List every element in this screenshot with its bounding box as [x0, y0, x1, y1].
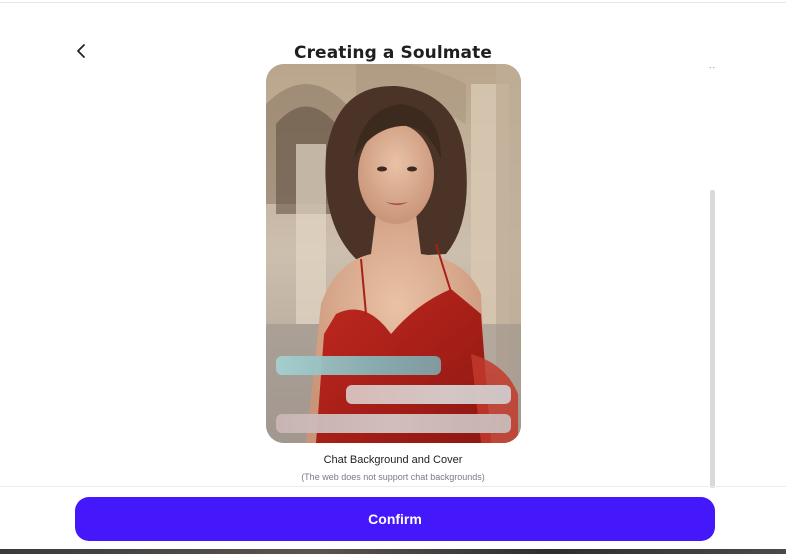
blurred-label-2 [346, 385, 511, 404]
blurred-label-3 [276, 414, 511, 433]
overflow-indicator: .. [709, 60, 717, 70]
confirm-button[interactable]: Confirm [75, 497, 715, 541]
scrollbar[interactable] [710, 190, 715, 488]
page: Creating a Soulmate .. Chat Background a… [0, 0, 786, 554]
card-caption: Chat Background and Cover [323, 454, 463, 466]
cover-image-card[interactable] [266, 64, 521, 443]
page-title: Creating a Soulmate [294, 43, 492, 63]
footer-divider [0, 486, 786, 487]
blurred-label-1 [276, 356, 441, 375]
card-subcaption: (The web does not support chat backgroun… [301, 472, 485, 482]
top-divider [0, 2, 786, 3]
bottom-strip [0, 549, 786, 554]
